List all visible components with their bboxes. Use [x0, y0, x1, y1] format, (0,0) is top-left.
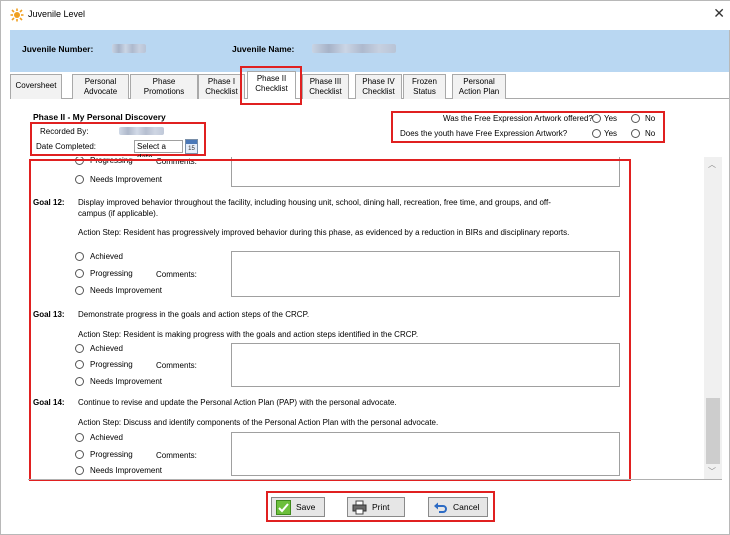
tab-coversheet[interactable]: Coversheet [10, 74, 62, 99]
juvenile-number-label: Juvenile Number: [22, 44, 94, 54]
tab-personal-advocate[interactable]: Personal Advocate [72, 74, 129, 99]
tab-phase-iii-checklist[interactable]: Phase III Checklist [302, 74, 349, 99]
printer-icon [352, 500, 367, 515]
recorded-by-label: Recorded By: [40, 127, 89, 136]
tab-strip: Coversheet Personal Advocate Phase Promo… [10, 71, 729, 99]
juvenile-name-label: Juvenile Name: [232, 44, 295, 54]
tab-label-line1: Personal [84, 77, 117, 86]
goals-highlight [29, 159, 631, 481]
close-icon[interactable]: ✕ [713, 6, 725, 20]
tab-phase-iv-checklist[interactable]: Phase IV Checklist [355, 74, 402, 99]
juvenile-level-window: Juvenile Level ✕ Juvenile Number: Juveni… [0, 0, 730, 535]
tab-label-line2: Status [413, 87, 436, 96]
tab-label-line2: Action Plan [458, 87, 500, 96]
tab-phase-promotions[interactable]: Phase Promotions [130, 74, 198, 99]
title-bar: Juvenile Level ✕ [1, 1, 730, 30]
tab-label-line1: Personal [463, 77, 495, 86]
juvenile-name-value-redacted [312, 44, 396, 53]
artwork-have-question: Does the youth have Free Expression Artw… [400, 129, 568, 138]
artwork-have-no-radio[interactable] [631, 129, 640, 138]
tab-label-line2: Checklist [205, 87, 238, 96]
tab-label-line1: Phase IV [362, 77, 395, 86]
scroll-down-icon[interactable]: ﹀ [708, 466, 716, 477]
print-button[interactable]: Print [347, 497, 405, 517]
content-divider [28, 479, 722, 480]
tab-frozen-status[interactable]: Frozen Status [403, 74, 446, 99]
undo-icon [434, 502, 447, 513]
save-button[interactable]: Save [271, 497, 325, 517]
tab-label: Coversheet [15, 81, 57, 90]
scroll-up-icon[interactable]: ︿ [708, 159, 716, 170]
tab-personal-action-plan[interactable]: Personal Action Plan [452, 74, 506, 99]
artwork-offered-no-radio[interactable] [631, 114, 640, 123]
artwork-have-yes-radio[interactable] [592, 129, 601, 138]
window-title: Juvenile Level [28, 9, 86, 19]
print-button-label: Print [372, 502, 390, 512]
tab-label-line2: Checklist [309, 87, 342, 96]
artwork-offered-no-label: No [645, 114, 656, 123]
tab-label-line2: Advocate [83, 87, 118, 96]
tab-label-line1: Phase I [207, 77, 236, 86]
artwork-offered-yes-label: Yes [604, 114, 618, 123]
phase-title: Phase II - My Personal Discovery [33, 112, 166, 122]
tab-label-line2: Promotions [143, 87, 185, 96]
cancel-button[interactable]: Cancel [428, 497, 488, 517]
tab-phase-i-checklist[interactable]: Phase I Checklist [198, 74, 245, 99]
tab-label-line1: Frozen [412, 77, 437, 86]
scrollbar-thumb[interactable] [706, 398, 720, 464]
checkmark-icon [276, 500, 291, 515]
date-completed-label: Date Completed: [36, 142, 97, 151]
artwork-offered-yes-radio[interactable] [592, 114, 601, 123]
artwork-have-yes-label: Yes [604, 129, 618, 138]
juvenile-number-value-redacted [112, 44, 146, 53]
recorded-by-value-redacted [119, 127, 164, 135]
app-star-icon [10, 8, 24, 22]
tab-label-line1: Phase [152, 77, 176, 86]
save-button-label: Save [296, 502, 316, 512]
tab-label-line1: Phase III [309, 77, 342, 86]
tab-label-line2: Checklist [362, 87, 395, 96]
artwork-have-no-label: No [645, 129, 656, 138]
vertical-scrollbar[interactable]: ︿ ﹀ [704, 157, 722, 479]
active-tab-highlight [240, 66, 302, 105]
date-completed-input[interactable]: Select a date [134, 140, 183, 162]
calendar-icon[interactable]: 15 [185, 139, 198, 154]
artwork-offered-question: Was the Free Expression Artwork offered? [443, 114, 593, 123]
juvenile-header: Juvenile Number: Juvenile Name: [10, 30, 729, 72]
cancel-button-label: Cancel [453, 502, 480, 512]
